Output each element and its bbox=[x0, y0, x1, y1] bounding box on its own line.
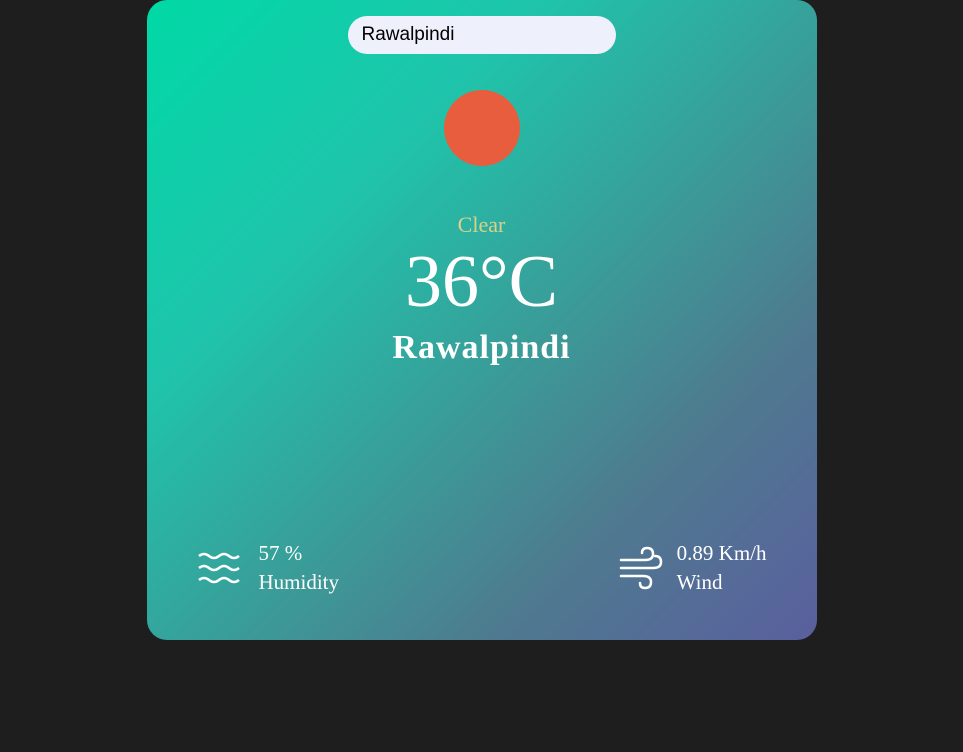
humidity-value: 57 % bbox=[259, 539, 340, 567]
weather-card: Clear 36°C Rawalpindi 57 % Humidity bbox=[147, 0, 817, 640]
wind-text: 0.89 Km/h Wind bbox=[677, 539, 767, 596]
humidity-icon bbox=[197, 544, 245, 592]
wind-label: Wind bbox=[677, 568, 767, 596]
sun-icon bbox=[444, 90, 520, 166]
wind-value: 0.89 Km/h bbox=[677, 539, 767, 567]
humidity-stat: 57 % Humidity bbox=[197, 539, 340, 596]
temperature-value: 36°C bbox=[405, 242, 558, 323]
weather-condition: Clear bbox=[458, 212, 506, 238]
city-name: Rawalpindi bbox=[392, 329, 570, 367]
weather-icon bbox=[444, 90, 520, 166]
humidity-label: Humidity bbox=[259, 568, 340, 596]
city-search-input[interactable] bbox=[348, 16, 616, 54]
wind-icon bbox=[615, 544, 663, 592]
wind-stat: 0.89 Km/h Wind bbox=[615, 539, 767, 596]
weather-stats: 57 % Humidity 0.89 Km/h Wind bbox=[147, 539, 817, 596]
humidity-text: 57 % Humidity bbox=[259, 539, 340, 596]
